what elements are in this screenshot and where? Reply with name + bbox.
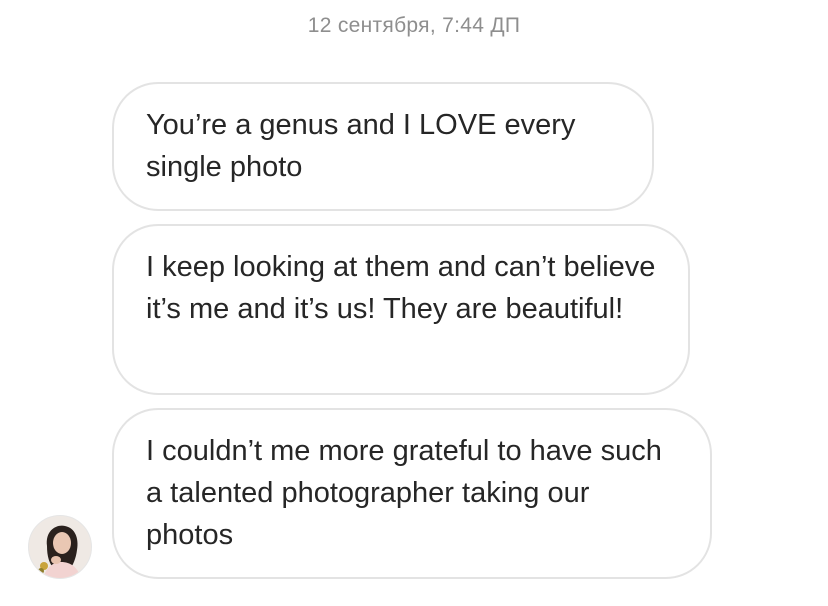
message-bubble[interactable]: I couldn’t me more grateful to have such… <box>112 408 712 579</box>
message-text: You’re a genus and I LOVE every single p… <box>146 109 576 183</box>
message-text: I couldn’t me more grateful to have such… <box>146 435 662 551</box>
user-avatar-photo-icon <box>29 516 91 578</box>
sender-avatar[interactable] <box>28 515 92 579</box>
message-bubble[interactable]: I keep looking at them and can’t believe… <box>112 224 690 395</box>
message-timestamp: 12 сентября, 7:44 ДП <box>307 14 521 37</box>
message-text: I keep looking at them and can’t believe… <box>146 251 656 325</box>
message-bubble[interactable]: You’re a genus and I LOVE every single p… <box>112 82 654 211</box>
